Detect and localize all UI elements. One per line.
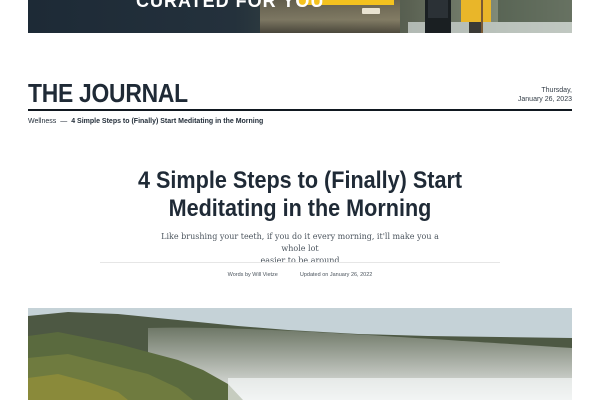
article-byline: Words by Will Vietze Updated on January 2… [100,272,500,278]
journal-date: Thursday, January 26, 2023 [518,86,572,104]
header-rule [28,109,572,111]
article-title-line-2: Meditating in the Morning [168,195,432,222]
date-weekday: Thursday, [541,87,572,94]
banner-heading: CURATED FOR YOU [136,0,325,11]
breadcrumb-category-link[interactable]: Wellness [28,118,56,125]
updated-date: Updated on January 26, 2022 [299,272,373,278]
banner-license-plate [362,8,380,14]
author-credit[interactable]: Words by Will Vietze [228,272,278,278]
journal-title[interactable]: THE JOURNAL [28,78,188,109]
breadcrumb-separator: — [60,118,68,125]
hero-image [28,308,572,400]
breadcrumb-current: 4 Simple Steps to (Finally) Start Medita… [71,118,264,125]
misty-forest-photo [28,308,572,400]
breadcrumb: Wellness — 4 Simple Steps to (Finally) S… [28,118,263,125]
banner-person-image [425,0,491,33]
article-deck-line-1: Like brushing your teeth, if you do it e… [161,232,439,253]
date-full: January 26, 2023 [517,96,572,103]
promo-banner[interactable]: CURATED FOR YOU [28,0,572,33]
banner-trees-image [498,0,572,22]
article-title: 4 Simple Steps to (Finally) Start Medita… [100,167,500,223]
article-title-line-1: 4 Simple Steps to (Finally) Start [137,167,463,194]
article-deck-line-2: easier to be around [260,256,340,265]
byline-divider [100,262,500,263]
